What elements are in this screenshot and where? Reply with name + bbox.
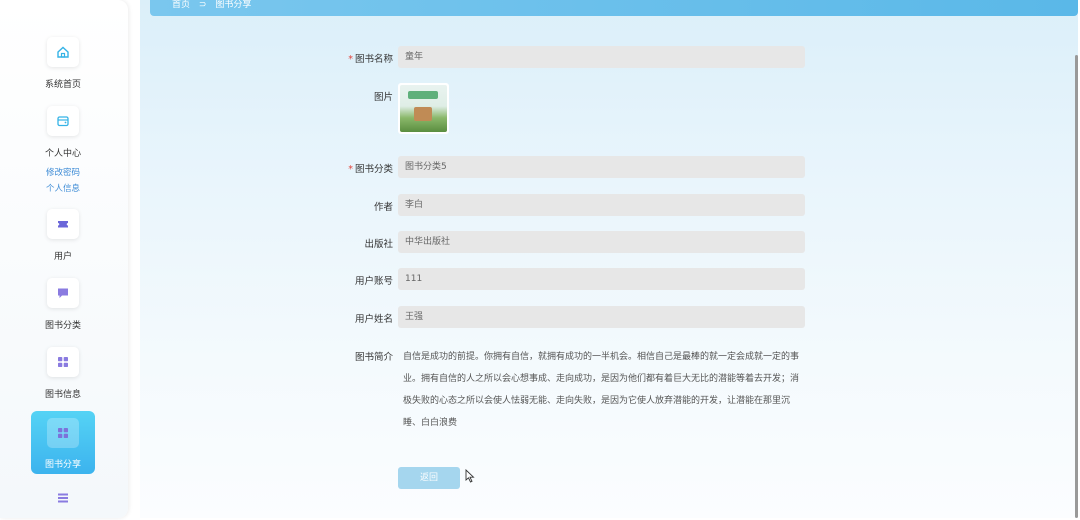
account-field[interactable]: 111: [398, 268, 805, 290]
sidebar-item-label: 用户: [53, 252, 72, 262]
account-label: 用户账号: [354, 276, 393, 287]
wallet-icon: [47, 106, 79, 136]
book-name-label: * 图书名称: [348, 54, 393, 65]
cursor-icon: [465, 468, 476, 487]
chat-icon: [47, 278, 79, 308]
username-label: 用户姓名: [354, 314, 393, 325]
sidebar-item-label: 图书分类: [44, 321, 81, 331]
sidebar-subitem-personal-info[interactable]: 个人信息: [0, 181, 126, 197]
author-field[interactable]: 李白: [398, 194, 805, 216]
book-cover-image[interactable]: [398, 83, 449, 134]
breadcrumb-separator: ⊃: [198, 0, 207, 10]
book-name-field[interactable]: 童年: [398, 46, 805, 68]
grid-icon: [47, 347, 79, 377]
sidebar-item-more[interactable]: [0, 490, 126, 509]
username-field[interactable]: 王强: [398, 306, 805, 328]
sidebar: 系统首页 个人中心 修改密码 个人信息 用户 图书分类 图书信息 图书分享: [0, 0, 128, 518]
back-button[interactable]: 返回: [398, 467, 460, 489]
sidebar-item-users[interactable]: 用户: [0, 209, 126, 262]
ticket-icon: [47, 209, 79, 239]
publisher-field[interactable]: 中华出版社: [398, 231, 805, 253]
breadcrumb: 首页 ⊃ 图书分享: [150, 0, 1078, 16]
sidebar-item-profile[interactable]: 个人中心: [0, 106, 126, 159]
category-label: * 图书分类: [348, 164, 393, 175]
sidebar-item-book-info[interactable]: 图书信息: [0, 347, 126, 400]
author-label: 作者: [373, 202, 393, 213]
menu-icon: [56, 490, 70, 509]
sidebar-item-book-categories[interactable]: 图书分类: [0, 278, 126, 331]
sidebar-item-label: 系统首页: [44, 80, 81, 90]
home-icon: [47, 37, 79, 67]
sidebar-item-label: 图书信息: [44, 390, 81, 400]
sidebar-item-book-share[interactable]: 图书分享: [31, 411, 95, 474]
publisher-label: 出版社: [364, 239, 393, 250]
scrollbar[interactable]: [1075, 55, 1078, 518]
sidebar-item-label: 个人中心: [44, 149, 81, 159]
breadcrumb-current: 图书分享: [215, 0, 252, 10]
sidebar-item-label: 图书分享: [44, 460, 81, 470]
main-content: 首页 ⊃ 图书分享 * 图书名称 童年 图片 * 图书分类 图书分类5 作者 李白 …: [140, 0, 1078, 518]
sidebar-subitem-change-password[interactable]: 修改密码: [0, 165, 126, 181]
image-label: 图片: [373, 92, 393, 103]
category-field[interactable]: 图书分类5: [398, 156, 805, 178]
intro-label: 图书简介: [354, 352, 393, 363]
sidebar-item-home[interactable]: 系统首页: [0, 37, 126, 90]
grid-icon: [47, 418, 79, 448]
breadcrumb-home[interactable]: 首页: [172, 0, 190, 10]
intro-text: 自信是成功的前提。你拥有自信，就拥有成功的一半机会。相信自己是最棒的就一定会成就…: [403, 352, 800, 428]
